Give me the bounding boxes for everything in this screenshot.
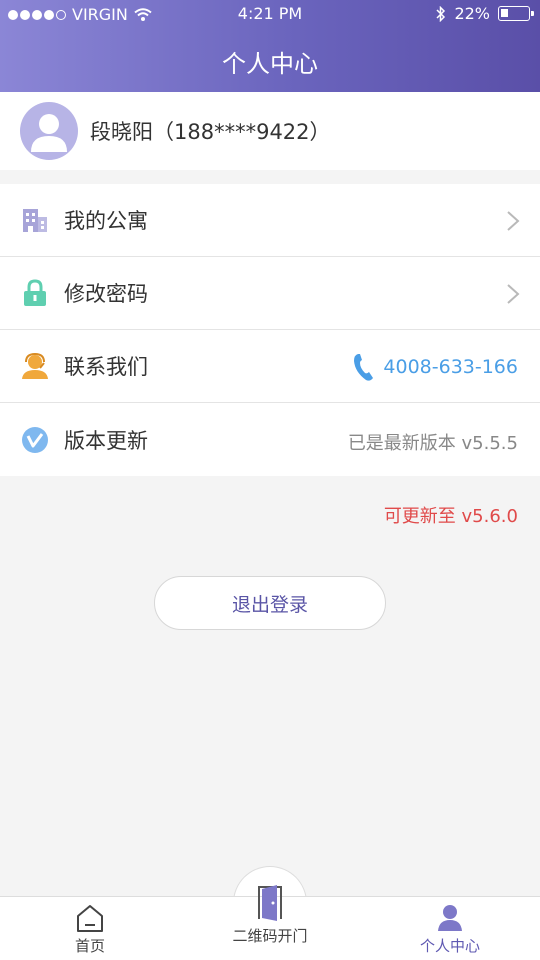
phone-icon	[354, 354, 374, 381]
status-bar: VIRGIN 4:21 PM 22%	[0, 0, 540, 30]
status-right: 22%	[436, 4, 534, 23]
chevron-right-icon	[507, 284, 520, 304]
battery-percent: 22%	[454, 4, 490, 23]
version-icon	[20, 425, 50, 455]
home-icon	[77, 905, 103, 932]
lock-icon	[20, 278, 50, 308]
tab-home[interactable]: 首页	[60, 897, 120, 960]
menu-item-label: 联系我们	[64, 355, 148, 379]
menu-item-label: 我的公寓	[64, 209, 148, 233]
settings-list: 我的公寓 修改密码 联系我们 4008-633-166 版本更新 已是最新版本 …	[0, 184, 540, 476]
customer-service-icon	[20, 351, 50, 381]
menu-item-version-update[interactable]: 版本更新 已是最新版本 v5.5.5	[0, 403, 540, 476]
person-icon	[438, 905, 462, 931]
menu-item-label: 版本更新	[64, 428, 148, 453]
avatar-person-icon	[31, 114, 67, 152]
tab-personal-center[interactable]: 个人中心	[400, 897, 500, 960]
phone-number: 4008-633-166	[383, 356, 518, 378]
tab-label: 个人中心	[419, 937, 480, 955]
logout-button[interactable]: 退出登录	[154, 576, 386, 630]
battery-icon	[498, 6, 534, 21]
chevron-right-icon	[507, 211, 520, 231]
update-available-text[interactable]: 可更新至 v5.6.0	[384, 502, 518, 528]
bluetooth-icon	[436, 5, 446, 22]
phone-link[interactable]: 4008-633-166	[353, 352, 518, 382]
tab-label: 二维码开门	[232, 927, 308, 945]
tab-label: 首页	[74, 937, 105, 955]
tab-bar: 首页 二维码开门 个人中心	[0, 885, 540, 960]
profile-row[interactable]: 段晓阳（188****9422）	[0, 92, 540, 170]
menu-item-label: 修改密码	[64, 282, 148, 306]
current-version-text: 已是最新版本 v5.5.5	[347, 433, 518, 454]
profile-name: 段晓阳（188****9422）	[90, 120, 331, 144]
header-bar: VIRGIN 4:21 PM 22% 个人中心	[0, 0, 540, 92]
tab-qr-door[interactable]: 二维码开门	[210, 885, 330, 960]
building-icon	[20, 205, 50, 235]
page-title: 个人中心	[222, 50, 318, 78]
door-icon	[258, 885, 282, 921]
menu-item-my-apartment[interactable]: 我的公寓	[0, 184, 540, 257]
menu-item-contact-us[interactable]: 联系我们 4008-633-166	[0, 330, 540, 403]
menu-item-change-password[interactable]: 修改密码	[0, 257, 540, 330]
avatar	[20, 102, 78, 160]
